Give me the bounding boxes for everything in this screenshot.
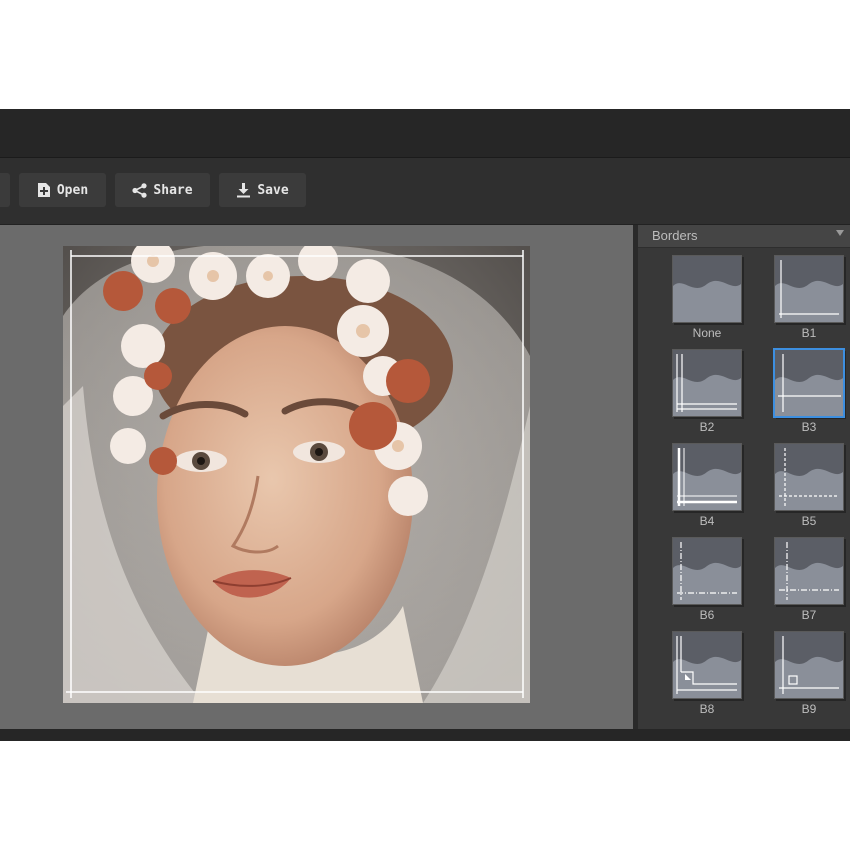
download-icon <box>236 182 251 198</box>
file-plus-icon <box>37 182 51 198</box>
border-option-none[interactable]: None <box>672 255 742 340</box>
toolbar: Open Share Save <box>0 158 850 225</box>
border-option-b5[interactable]: B5 <box>774 443 844 528</box>
border-thumbnail <box>774 631 844 699</box>
canvas-area[interactable] <box>0 225 633 729</box>
border-thumbnail <box>672 349 742 417</box>
open-button-label: Open <box>56 182 89 198</box>
panel-title: Borders <box>652 228 698 243</box>
border-option-b2[interactable]: B2 <box>672 349 742 434</box>
open-button[interactable]: Open <box>19 173 106 207</box>
border-label: B7 <box>801 608 817 622</box>
border-thumbnail <box>672 537 742 605</box>
toolbar-button-partial[interactable] <box>0 173 10 207</box>
border-label: B3 <box>801 420 817 434</box>
border-thumbnail <box>672 443 742 511</box>
border-thumbnail <box>774 255 844 323</box>
share-button[interactable]: Share <box>115 173 210 207</box>
border-thumbnail <box>672 631 742 699</box>
border-label: B4 <box>699 514 715 528</box>
borders-panel: Borders None B1 B2 B3 B4 B5 B6 B7 B8 B9 <box>638 225 850 729</box>
border-option-b8[interactable]: B8 <box>672 631 742 716</box>
border-thumbnail <box>774 537 844 605</box>
app-window: Open Share Save Borders None B1 B2 B3 B4… <box>0 109 850 741</box>
status-bar <box>0 729 850 741</box>
border-label: B8 <box>699 702 715 716</box>
border-label: None <box>692 326 722 340</box>
border-label: B5 <box>801 514 817 528</box>
portrait-photo <box>63 246 530 703</box>
border-option-b3[interactable]: B3 <box>773 348 845 434</box>
border-label: B2 <box>699 420 715 434</box>
save-button[interactable]: Save <box>219 173 306 207</box>
border-thumbnail <box>672 255 742 323</box>
border-option-b7[interactable]: B7 <box>774 537 844 622</box>
border-option-b9[interactable]: B9 <box>774 631 844 716</box>
border-option-b1[interactable]: B1 <box>774 255 844 340</box>
share-button-label: Share <box>153 182 193 198</box>
share-icon <box>132 182 148 198</box>
border-option-b4[interactable]: B4 <box>672 443 742 528</box>
border-option-b6[interactable]: B6 <box>672 537 742 622</box>
border-thumbnail-selected <box>773 348 845 418</box>
border-label: B9 <box>801 702 817 716</box>
title-bar <box>0 109 850 158</box>
borders-grid: None B1 B2 B3 B4 B5 B6 B7 B8 B9 <box>638 255 850 729</box>
save-button-label: Save <box>257 182 289 198</box>
collapse-arrow-icon[interactable] <box>836 230 844 236</box>
border-label: B6 <box>699 608 715 622</box>
border-thumbnail <box>774 443 844 511</box>
panel-header[interactable]: Borders <box>638 225 850 248</box>
border-label: B1 <box>801 326 817 340</box>
